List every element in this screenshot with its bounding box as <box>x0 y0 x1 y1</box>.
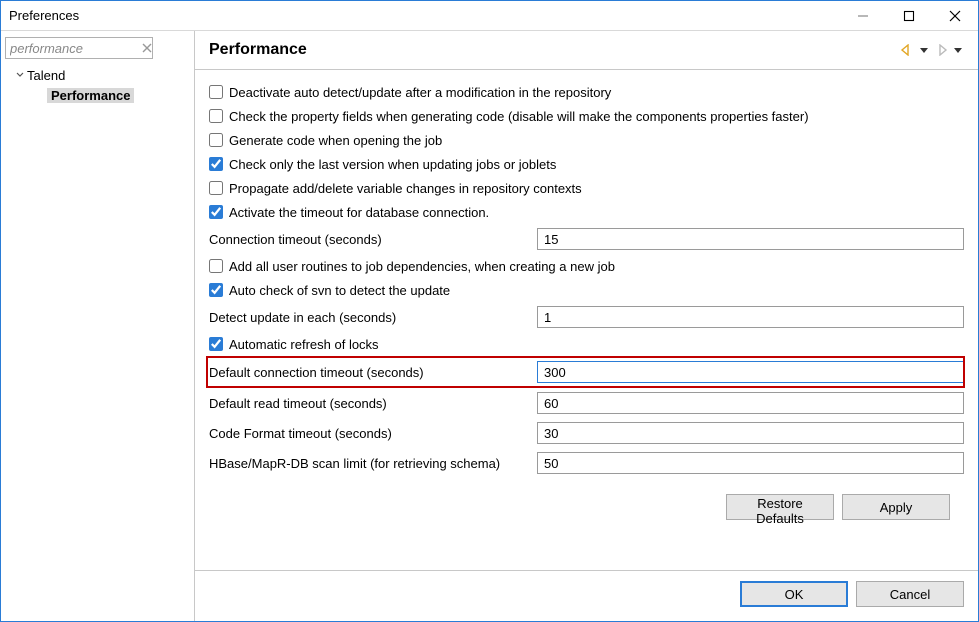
option-propagate-variable-changes[interactable]: Propagate add/delete variable changes in… <box>207 176 964 200</box>
option-label: Check the property fields when generatin… <box>229 109 809 124</box>
checkbox[interactable] <box>209 157 223 171</box>
page-title: Performance <box>209 41 898 59</box>
option-auto-refresh-locks[interactable]: Automatic refresh of locks <box>207 332 964 356</box>
window-title: Preferences <box>9 8 840 23</box>
tree-node-label: Talend <box>27 68 65 83</box>
forward-menu-button[interactable] <box>952 46 964 54</box>
default-connection-timeout-input[interactable] <box>537 361 964 383</box>
apply-button[interactable]: Apply <box>842 494 950 520</box>
option-deactivate-auto-detect[interactable]: Deactivate auto detect/update after a mo… <box>207 80 964 104</box>
checkbox[interactable] <box>209 133 223 147</box>
nav-arrows <box>898 44 964 56</box>
clear-search-icon[interactable] <box>139 40 155 56</box>
checkbox[interactable] <box>209 205 223 219</box>
option-label: Propagate add/delete variable changes in… <box>229 181 582 196</box>
window-controls <box>840 1 978 30</box>
restore-defaults-button[interactable]: Restore Defaults <box>726 494 834 520</box>
filter-search-input[interactable] <box>5 37 153 59</box>
sidebar: Talend Performance <box>1 31 195 621</box>
field-label: Default connection timeout (seconds) <box>207 365 537 380</box>
field-label: Detect update in each (seconds) <box>207 310 537 325</box>
tree-node-label: Performance <box>47 88 134 103</box>
close-button[interactable] <box>932 1 978 30</box>
main-header: Performance <box>195 31 978 70</box>
back-button[interactable] <box>898 44 916 56</box>
option-add-user-routines[interactable]: Add all user routines to job dependencie… <box>207 254 964 278</box>
option-label: Add all user routines to job dependencie… <box>229 259 615 274</box>
option-label: Check only the last version when updatin… <box>229 157 556 172</box>
field-hbase-scan-limit: HBase/MapR-DB scan limit (for retrieving… <box>207 448 964 478</box>
field-default-read-timeout: Default read timeout (seconds) <box>207 388 964 418</box>
option-check-property-fields[interactable]: Check the property fields when generatin… <box>207 104 964 128</box>
checkbox[interactable] <box>209 181 223 195</box>
field-connection-timeout: Connection timeout (seconds) <box>207 224 964 254</box>
tree-expand-icon[interactable] <box>13 70 27 80</box>
detect-update-input[interactable] <box>537 306 964 328</box>
minimize-button[interactable] <box>840 1 886 30</box>
option-label: Deactivate auto detect/update after a mo… <box>229 85 611 100</box>
checkbox[interactable] <box>209 259 223 273</box>
field-label: Default read timeout (seconds) <box>207 396 537 411</box>
checkbox[interactable] <box>209 283 223 297</box>
field-default-connection-timeout: Default connection timeout (seconds) <box>207 357 964 387</box>
tree-node-talend[interactable]: Talend <box>13 65 190 85</box>
dialog-button-bar: OK Cancel <box>195 570 978 621</box>
field-detect-update-interval: Detect update in each (seconds) <box>207 302 964 332</box>
ok-button[interactable]: OK <box>740 581 848 607</box>
maximize-button[interactable] <box>886 1 932 30</box>
option-check-last-version[interactable]: Check only the last version when updatin… <box>207 152 964 176</box>
cancel-button[interactable]: Cancel <box>856 581 964 607</box>
filter-search-wrap <box>5 37 190 59</box>
preference-tree: Talend Performance <box>5 65 190 105</box>
forward-button[interactable] <box>932 44 950 56</box>
field-label: Code Format timeout (seconds) <box>207 426 537 441</box>
preferences-window: Preferences <box>0 0 979 622</box>
field-label: HBase/MapR-DB scan limit (for retrieving… <box>207 456 537 471</box>
field-code-format-timeout: Code Format timeout (seconds) <box>207 418 964 448</box>
tree-node-performance[interactable]: Performance <box>13 85 190 105</box>
field-label: Connection timeout (seconds) <box>207 232 537 247</box>
option-label: Automatic refresh of locks <box>229 337 379 352</box>
panel-button-bar: Restore Defaults Apply <box>207 478 964 530</box>
option-generate-code-on-open[interactable]: Generate code when opening the job <box>207 128 964 152</box>
connection-timeout-input[interactable] <box>537 228 964 250</box>
back-menu-button[interactable] <box>918 46 930 54</box>
checkbox[interactable] <box>209 85 223 99</box>
main-content: Deactivate auto detect/update after a mo… <box>195 70 978 570</box>
option-label: Generate code when opening the job <box>229 133 442 148</box>
option-activate-db-timeout[interactable]: Activate the timeout for database connec… <box>207 200 964 224</box>
option-label: Auto check of svn to detect the update <box>229 283 450 298</box>
hbase-scan-limit-input[interactable] <box>537 452 964 474</box>
option-label: Activate the timeout for database connec… <box>229 205 489 220</box>
main-panel: Performance <box>195 31 978 621</box>
checkbox[interactable] <box>209 337 223 351</box>
checkbox[interactable] <box>209 109 223 123</box>
titlebar: Preferences <box>1 1 978 31</box>
code-format-timeout-input[interactable] <box>537 422 964 444</box>
default-read-timeout-input[interactable] <box>537 392 964 414</box>
option-auto-check-svn[interactable]: Auto check of svn to detect the update <box>207 278 964 302</box>
